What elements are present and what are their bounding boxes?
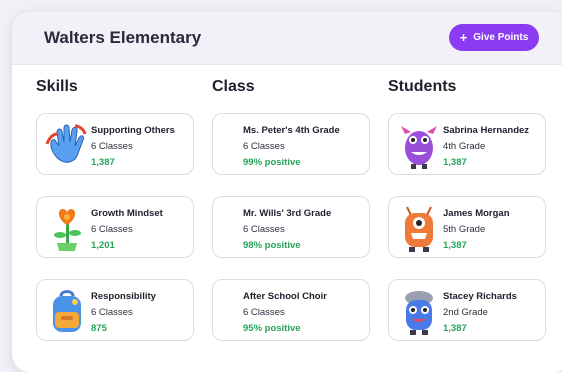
purple-monster-avatar-icon [401, 126, 437, 169]
waving-hand-icon [45, 124, 87, 163]
skill-classes: 6 Classes [91, 307, 133, 318]
class-heading: Class [212, 78, 255, 95]
skill-classes: 6 Classes [91, 141, 133, 152]
class-name: Ms. Peter's 4th Grade [243, 125, 340, 136]
student-grade: 4th Grade [443, 141, 486, 152]
student-grade: 2nd Grade [443, 307, 488, 318]
class-card[interactable]: Mr. Wills' 3rd Grade 6 Classes 98% posit… [212, 196, 370, 258]
class-positive: 99% positive [243, 157, 301, 168]
student-name: Sabrina Hernandez [443, 125, 530, 136]
flower-icon [54, 209, 81, 251]
skill-points: 875 [91, 323, 107, 334]
backpack-icon [53, 290, 81, 332]
student-name: Stacey Richards [443, 291, 517, 302]
class-card[interactable]: Ms. Peter's 4th Grade 6 Classes 99% posi… [212, 113, 370, 175]
skills-heading: Skills [36, 78, 78, 95]
skill-points: 1,201 [91, 240, 115, 251]
student-name: James Morgan [443, 208, 510, 219]
class-count: 6 Classes [243, 307, 285, 318]
school-title: Walters Elementary [44, 28, 202, 47]
give-points-button[interactable]: + Give Points [449, 24, 539, 51]
class-name: Mr. Wills' 3rd Grade [243, 208, 332, 219]
skill-card[interactable]: Growth Mindset 6 Classes 1,201 [36, 196, 194, 258]
class-name: After School Choir [243, 291, 327, 302]
class-count: 6 Classes [243, 224, 285, 235]
class-positive: 95% positive [243, 323, 301, 334]
class-positive: 98% positive [243, 240, 301, 251]
students-heading: Students [388, 78, 457, 95]
student-card[interactable]: James Morgan 5th Grade 1,387 [388, 196, 546, 258]
student-card[interactable]: Sabrina Hernandez 4th Grade 1,387 [388, 113, 546, 175]
skill-card[interactable]: Supporting Others 6 Classes 1,387 [36, 113, 194, 175]
skill-classes: 6 Classes [91, 224, 133, 235]
skill-card[interactable]: Responsibility 6 Classes 875 [36, 279, 194, 341]
student-points: 1,387 [443, 157, 467, 168]
skill-name: Supporting Others [91, 125, 175, 136]
skill-points: 1,387 [91, 157, 115, 168]
student-grade: 5th Grade [443, 224, 486, 235]
skill-name: Growth Mindset [91, 208, 163, 219]
skill-name: Responsibility [91, 291, 156, 302]
plus-icon: + [459, 30, 468, 45]
blue-monster-avatar-icon [405, 291, 433, 335]
student-points: 1,387 [443, 323, 467, 334]
orange-monster-avatar-icon [405, 206, 433, 252]
student-card[interactable]: Stacey Richards 2nd Grade 1,387 [388, 279, 546, 341]
student-points: 1,387 [443, 240, 467, 251]
school-panel: Walters Elementary + Give Points Skills … [12, 12, 562, 372]
give-points-label: Give Points [473, 32, 529, 43]
class-card[interactable]: After School Choir 6 Classes 95% positiv… [212, 279, 370, 341]
class-count: 6 Classes [243, 141, 285, 152]
